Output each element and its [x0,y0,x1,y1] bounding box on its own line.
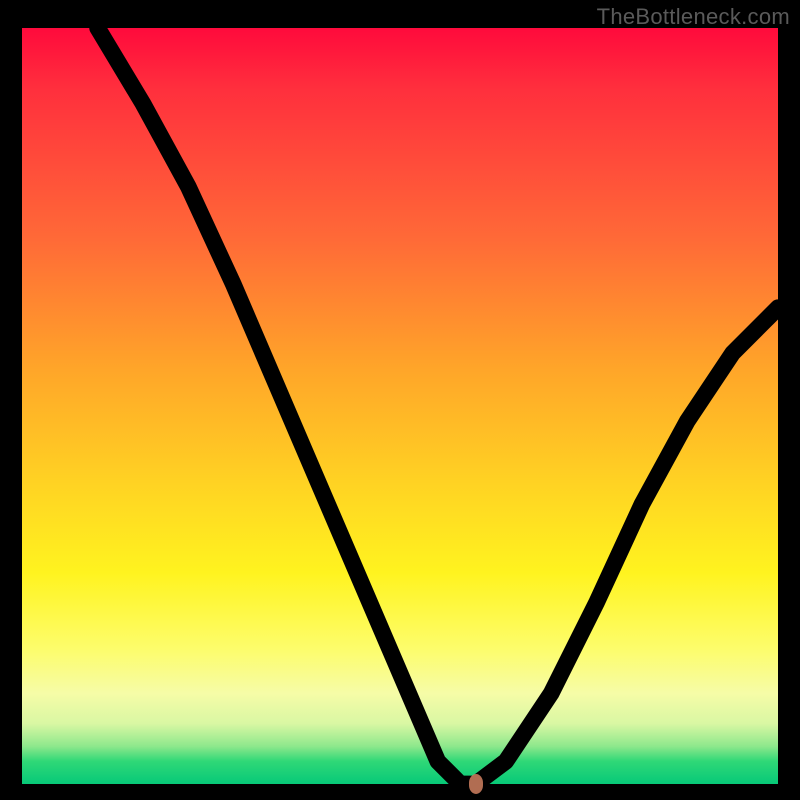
watermark-text: TheBottleneck.com [597,4,790,30]
optimal-point-marker [469,774,483,794]
bottleneck-curve [22,28,778,784]
chart-frame: TheBottleneck.com [0,0,800,800]
plot-area [22,28,778,784]
curve-path [98,28,778,784]
